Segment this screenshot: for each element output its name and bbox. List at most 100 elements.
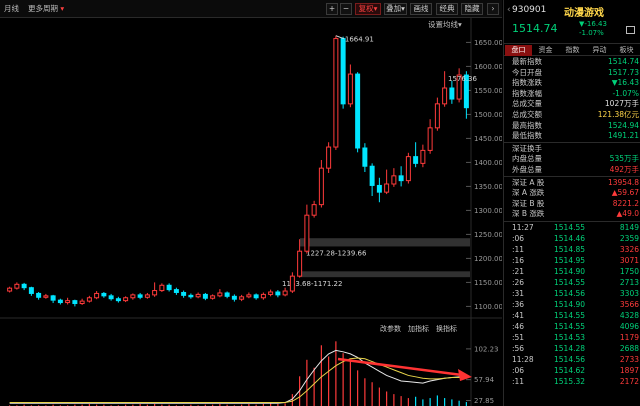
collapse-button[interactable]: ›: [487, 3, 499, 15]
candle-body: [43, 295, 49, 298]
y-tick-label: 1400.00: [474, 159, 502, 167]
tick-volume: 4096: [619, 322, 639, 331]
stat-row-value: 1514.74: [607, 57, 639, 66]
candle-body: [384, 183, 390, 193]
zoom-out-button[interactable]: −: [340, 3, 352, 15]
tick-volume: 3566: [619, 300, 639, 309]
resistance-zone-1: [300, 238, 470, 247]
tick-price: 1514.56: [554, 355, 586, 364]
tick-price: 1514.28: [554, 344, 586, 353]
candle-body: [362, 147, 368, 167]
candle-body: [391, 175, 397, 185]
candle-body: [326, 146, 332, 169]
stat-row-value: 1491.21: [607, 131, 639, 141]
stat-row: 最新指数 1514.74: [504, 57, 640, 68]
panel-tab-0[interactable]: 盘口: [505, 45, 532, 56]
tick-row: :11 1515.32 2172: [504, 376, 640, 387]
y-tick-label: 1350.00: [474, 183, 502, 191]
sub-y-tick-label: 27.85: [474, 397, 494, 405]
candle-body: [398, 175, 404, 182]
dropdown-arrow-icon: ▾: [60, 4, 65, 13]
tick-row: :06 1514.46 2359: [504, 233, 640, 244]
tick-time: :21: [512, 267, 525, 276]
tick-row: :06 1514.62 1897: [504, 365, 640, 376]
candle-body: [137, 294, 143, 298]
period-monthly[interactable]: 月线: [4, 3, 19, 15]
panel-tab-3[interactable]: 异动: [586, 45, 613, 56]
tick-volume: 8149: [619, 223, 639, 232]
sub-chart-menu-0[interactable]: 改参数: [380, 324, 401, 333]
panel-tab-4[interactable]: 板块: [613, 45, 640, 56]
adjust-price-button[interactable]: 复权▾: [355, 3, 381, 15]
tick-time: :16: [512, 256, 525, 265]
window-toggle-icon[interactable]: [626, 26, 635, 34]
stat-row: 最高指数 1524.94: [504, 121, 640, 132]
dropdown-arrow-icon: ▾: [401, 4, 405, 13]
sub-chart-menu-1[interactable]: 加指标: [408, 324, 429, 333]
hide-button[interactable]: 隐藏: [461, 3, 483, 15]
panel-tab-2[interactable]: 指数: [559, 45, 586, 56]
panel-tab-1[interactable]: 资金: [532, 45, 559, 56]
candle-body: [166, 284, 172, 291]
draw-line-button[interactable]: 画线: [410, 3, 432, 15]
candle-body: [210, 295, 216, 299]
y-tick-label: 1500.00: [474, 111, 502, 119]
tick-volume: 2733: [619, 355, 639, 364]
stat-row-value: ▲49.0: [616, 209, 639, 219]
y-tick-label: 1250.00: [474, 231, 502, 239]
stat-row-label: 最低指数: [512, 131, 542, 141]
candle-body: [65, 300, 71, 304]
candle-body: [36, 292, 42, 298]
candle-body: [101, 292, 107, 297]
tick-row: :21 1514.90 1750: [504, 266, 640, 277]
tick-time: :06: [512, 366, 525, 375]
tick-price: 1514.85: [554, 245, 586, 254]
candle-body: [86, 297, 92, 302]
candle-body: [181, 291, 187, 296]
tick-row: :51 1514.53 1179: [504, 332, 640, 343]
stat-row-value: 1524.94: [607, 120, 639, 130]
candle-body: [449, 87, 455, 100]
index-change-block: ▼-16.43 -1.07%: [579, 20, 607, 38]
back-arrow-icon[interactable]: ‹: [507, 5, 511, 15]
candle-body: [217, 292, 223, 297]
current-high-label: 1576.36: [448, 75, 477, 83]
tick-time: 11:27: [512, 223, 534, 232]
candle-body: [144, 294, 150, 298]
tick-volume: 2359: [619, 234, 639, 243]
overlay-label: 叠加: [386, 4, 402, 13]
tick-volume: 3303: [619, 289, 639, 298]
candle-body: [14, 283, 20, 289]
candle-body: [72, 300, 78, 305]
index-code: 930901: [512, 5, 547, 15]
stat-row: 深 A 涨跌 ▲59.67: [504, 188, 640, 199]
quote-header: ‹ 930901 动漫游戏 1514.74 ▼-16.43 -1.07%: [504, 0, 640, 42]
tick-price: 1514.46: [554, 234, 586, 243]
y-tick-label: 1450.00: [474, 135, 502, 143]
stat-row: 最低指数 1491.21: [504, 131, 640, 142]
tick-volume: 1897: [619, 366, 639, 375]
zoom-in-button[interactable]: +: [326, 3, 338, 15]
stat-row-label: 今日开盘: [512, 67, 542, 77]
stat-row: 深证 B 股 8221.2: [504, 199, 640, 210]
candle-body: [224, 292, 230, 297]
tick-row: 11:27 1514.55 8149: [504, 222, 640, 233]
chart-area[interactable]: 1650.00 1600.00 1550.00 1500.00 1450.00 1400.…: [0, 18, 502, 406]
kline-chart[interactable]: 1650.00 1600.00 1550.00 1500.00 1450.00 1400.…: [0, 18, 502, 406]
classic-button[interactable]: 经典: [436, 3, 458, 15]
tick-row: :16 1514.95 3071: [504, 255, 640, 266]
stat-row-value: ▲59.67: [611, 188, 639, 198]
candle-body: [188, 294, 194, 298]
candle-body: [311, 204, 317, 216]
candle-body: [108, 295, 114, 300]
stat-row: 外盘总量 492万手: [504, 165, 640, 176]
tick-price: 1514.90: [554, 300, 586, 309]
stat-row: 总成交额 121.38亿元: [504, 110, 640, 121]
sub-y-tick-label: 102.23: [474, 345, 499, 353]
more-periods-dropdown[interactable]: 更多周期 ▾: [28, 3, 64, 15]
candle-body: [195, 293, 201, 298]
overlay-button[interactable]: 叠加▾: [384, 3, 407, 15]
sub-chart-menu-2[interactable]: 换指标: [436, 324, 457, 333]
tick-volume: 2172: [619, 377, 639, 386]
tick-volume: 2713: [619, 278, 639, 287]
